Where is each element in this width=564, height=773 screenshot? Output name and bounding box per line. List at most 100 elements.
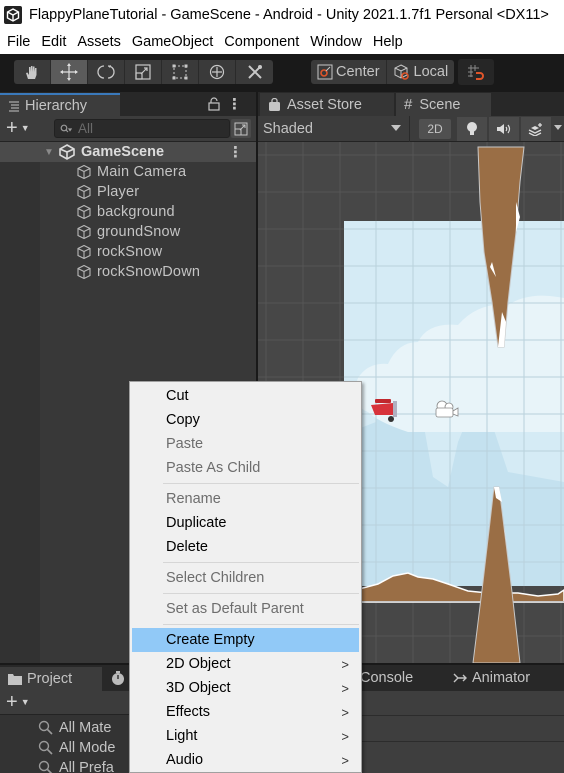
menu-item-cut[interactable]: Cut: [132, 384, 359, 408]
menu-item-audio[interactable]: Audio >: [132, 748, 359, 772]
lightbulb-icon: [467, 122, 477, 135]
menu-item-light[interactable]: Light >: [132, 724, 359, 748]
menu-item-create-empty[interactable]: Create Empty: [132, 628, 359, 652]
unity-scene-icon: [58, 144, 76, 165]
menu-item-label: Create Empty: [166, 632, 255, 648]
folder-icon: [8, 673, 22, 685]
menu-separator: [163, 624, 359, 625]
lock-icon[interactable]: [208, 97, 220, 114]
foldout-arrow-icon[interactable]: ▼: [44, 147, 54, 158]
menu-assets[interactable]: Assets: [77, 34, 121, 50]
tab-scene[interactable]: # Scene: [396, 93, 491, 116]
hierarchy-toolbar: + ▼ All: [0, 116, 256, 142]
tab-animator[interactable]: Animator: [453, 670, 530, 686]
window-title: FlappyPlaneTutorial - GameScene - Androi…: [29, 7, 549, 23]
scene-root-row[interactable]: ▼ GameScene ⋮: [0, 142, 256, 162]
scene-lighting-toggle[interactable]: [457, 117, 487, 141]
search-scene-button[interactable]: [231, 119, 251, 138]
menu-item-label: Paste As Child: [166, 460, 261, 476]
hierarchy-item[interactable]: Player: [76, 182, 139, 202]
title-bar: FlappyPlaneTutorial - GameScene - Androi…: [0, 0, 564, 30]
menu-item-3d-object[interactable]: 3D Object >: [132, 676, 359, 700]
toggle-2d-label: 2D: [427, 122, 443, 136]
grid-snap-button[interactable]: [458, 59, 494, 85]
move-tool-button[interactable]: [51, 60, 88, 84]
transform-tool-button[interactable]: [199, 60, 236, 84]
menu-item-copy[interactable]: Copy: [132, 408, 359, 432]
menu-edit[interactable]: Edit: [41, 34, 66, 50]
tab-project-label: Project: [27, 671, 73, 687]
search-icon: [38, 760, 53, 773]
hand-tool-button[interactable]: [14, 60, 51, 84]
search-placeholder: All: [78, 121, 94, 136]
toggle-2d-button[interactable]: 2D: [419, 119, 451, 139]
hierarchy-context-menu: Cut Copy Paste Paste As Child Rename Dup…: [129, 381, 362, 773]
hash-icon: #: [404, 96, 413, 113]
tab-scene-label: Scene: [419, 96, 461, 113]
menu-item-effects[interactable]: Effects >: [132, 700, 359, 724]
animator-icon: [453, 672, 467, 684]
console-row: [358, 717, 564, 742]
hierarchy-item[interactable]: rockSnowDown: [76, 262, 200, 282]
menu-item-label: Rename: [166, 491, 221, 507]
caret-down-icon: ▼: [20, 697, 30, 707]
console-row: [358, 691, 564, 716]
scene-name: GameScene: [81, 144, 165, 160]
menu-file[interactable]: File: [7, 34, 30, 50]
hierarchy-item[interactable]: rockSnow: [76, 242, 162, 262]
submenu-chevron-icon: >: [341, 752, 349, 768]
hierarchy-item-label: rockSnowDown: [97, 264, 201, 280]
effects-dropdown-caret-icon[interactable]: [554, 125, 562, 130]
scene-kebab-icon[interactable]: ⋮: [228, 143, 243, 161]
menu-item-delete[interactable]: Delete: [132, 535, 359, 559]
menu-item-label: Paste: [166, 436, 204, 452]
tab-hierarchy[interactable]: Hierarchy: [0, 93, 120, 116]
tab-asset-store-label: Asset Store: [287, 96, 362, 113]
create-dropdown-button[interactable]: + ▼: [6, 118, 30, 138]
hierarchy-item[interactable]: Main Camera: [76, 162, 186, 182]
unity-logo-icon: [4, 6, 22, 24]
gameobject-cube-icon: [77, 204, 91, 220]
menu-item-duplicate[interactable]: Duplicate: [132, 511, 359, 535]
menu-item-label: Delete: [166, 539, 208, 555]
project-search-item[interactable]: All Mode: [38, 740, 115, 756]
hierarchy-item-label: Main Camera: [97, 164, 187, 180]
menu-window[interactable]: Window: [310, 34, 362, 50]
custom-tool-button[interactable]: [236, 60, 273, 84]
scale-icon: [135, 64, 151, 80]
move-arrows-icon: [60, 63, 78, 81]
menu-item-label: Set as Default Parent: [166, 601, 304, 617]
local-space-icon: [393, 63, 411, 81]
tab-console[interactable]: Console: [360, 670, 413, 686]
profiler-icon[interactable]: [110, 670, 126, 686]
pivot-center-toggle[interactable]: Center: [311, 60, 387, 84]
menu-item-2d-object[interactable]: 2D Object >: [132, 652, 359, 676]
hierarchy-item[interactable]: background: [76, 202, 175, 222]
hierarchy-item-label: Player: [97, 184, 140, 200]
hierarchy-search-input[interactable]: All: [54, 119, 230, 138]
scene-audio-toggle[interactable]: [489, 117, 519, 141]
project-search-item-label: All Mate: [59, 720, 112, 736]
project-search-item[interactable]: All Mate: [38, 720, 111, 736]
kebab-menu-icon[interactable]: ⋮: [227, 95, 242, 113]
gameobject-cube-icon: [77, 164, 91, 180]
menu-component[interactable]: Component: [224, 34, 299, 50]
rotate-tool-button[interactable]: [88, 60, 125, 84]
project-search-item-label: All Prefa: [59, 760, 114, 773]
menu-gameobject[interactable]: GameObject: [132, 34, 213, 50]
tab-project[interactable]: Project: [0, 667, 102, 691]
hierarchy-item[interactable]: groundSnow: [76, 222, 180, 242]
shading-mode-dropdown[interactable]: Shaded: [258, 116, 410, 142]
bag-icon: [268, 97, 281, 112]
menu-help[interactable]: Help: [373, 34, 403, 50]
gameobject-cube-icon: [77, 244, 91, 260]
project-search-item[interactable]: All Prefa: [38, 760, 114, 773]
rect-transform-icon: [172, 64, 188, 80]
scene-effects-toggle[interactable]: [521, 117, 551, 141]
tab-asset-store[interactable]: Asset Store: [260, 93, 394, 116]
scale-tool-button[interactable]: [125, 60, 162, 84]
rect-tool-button[interactable]: [162, 60, 199, 84]
project-create-button[interactable]: + ▼: [6, 692, 30, 712]
pivot-local-toggle[interactable]: Local: [387, 60, 455, 84]
open-search-icon: [234, 122, 248, 135]
